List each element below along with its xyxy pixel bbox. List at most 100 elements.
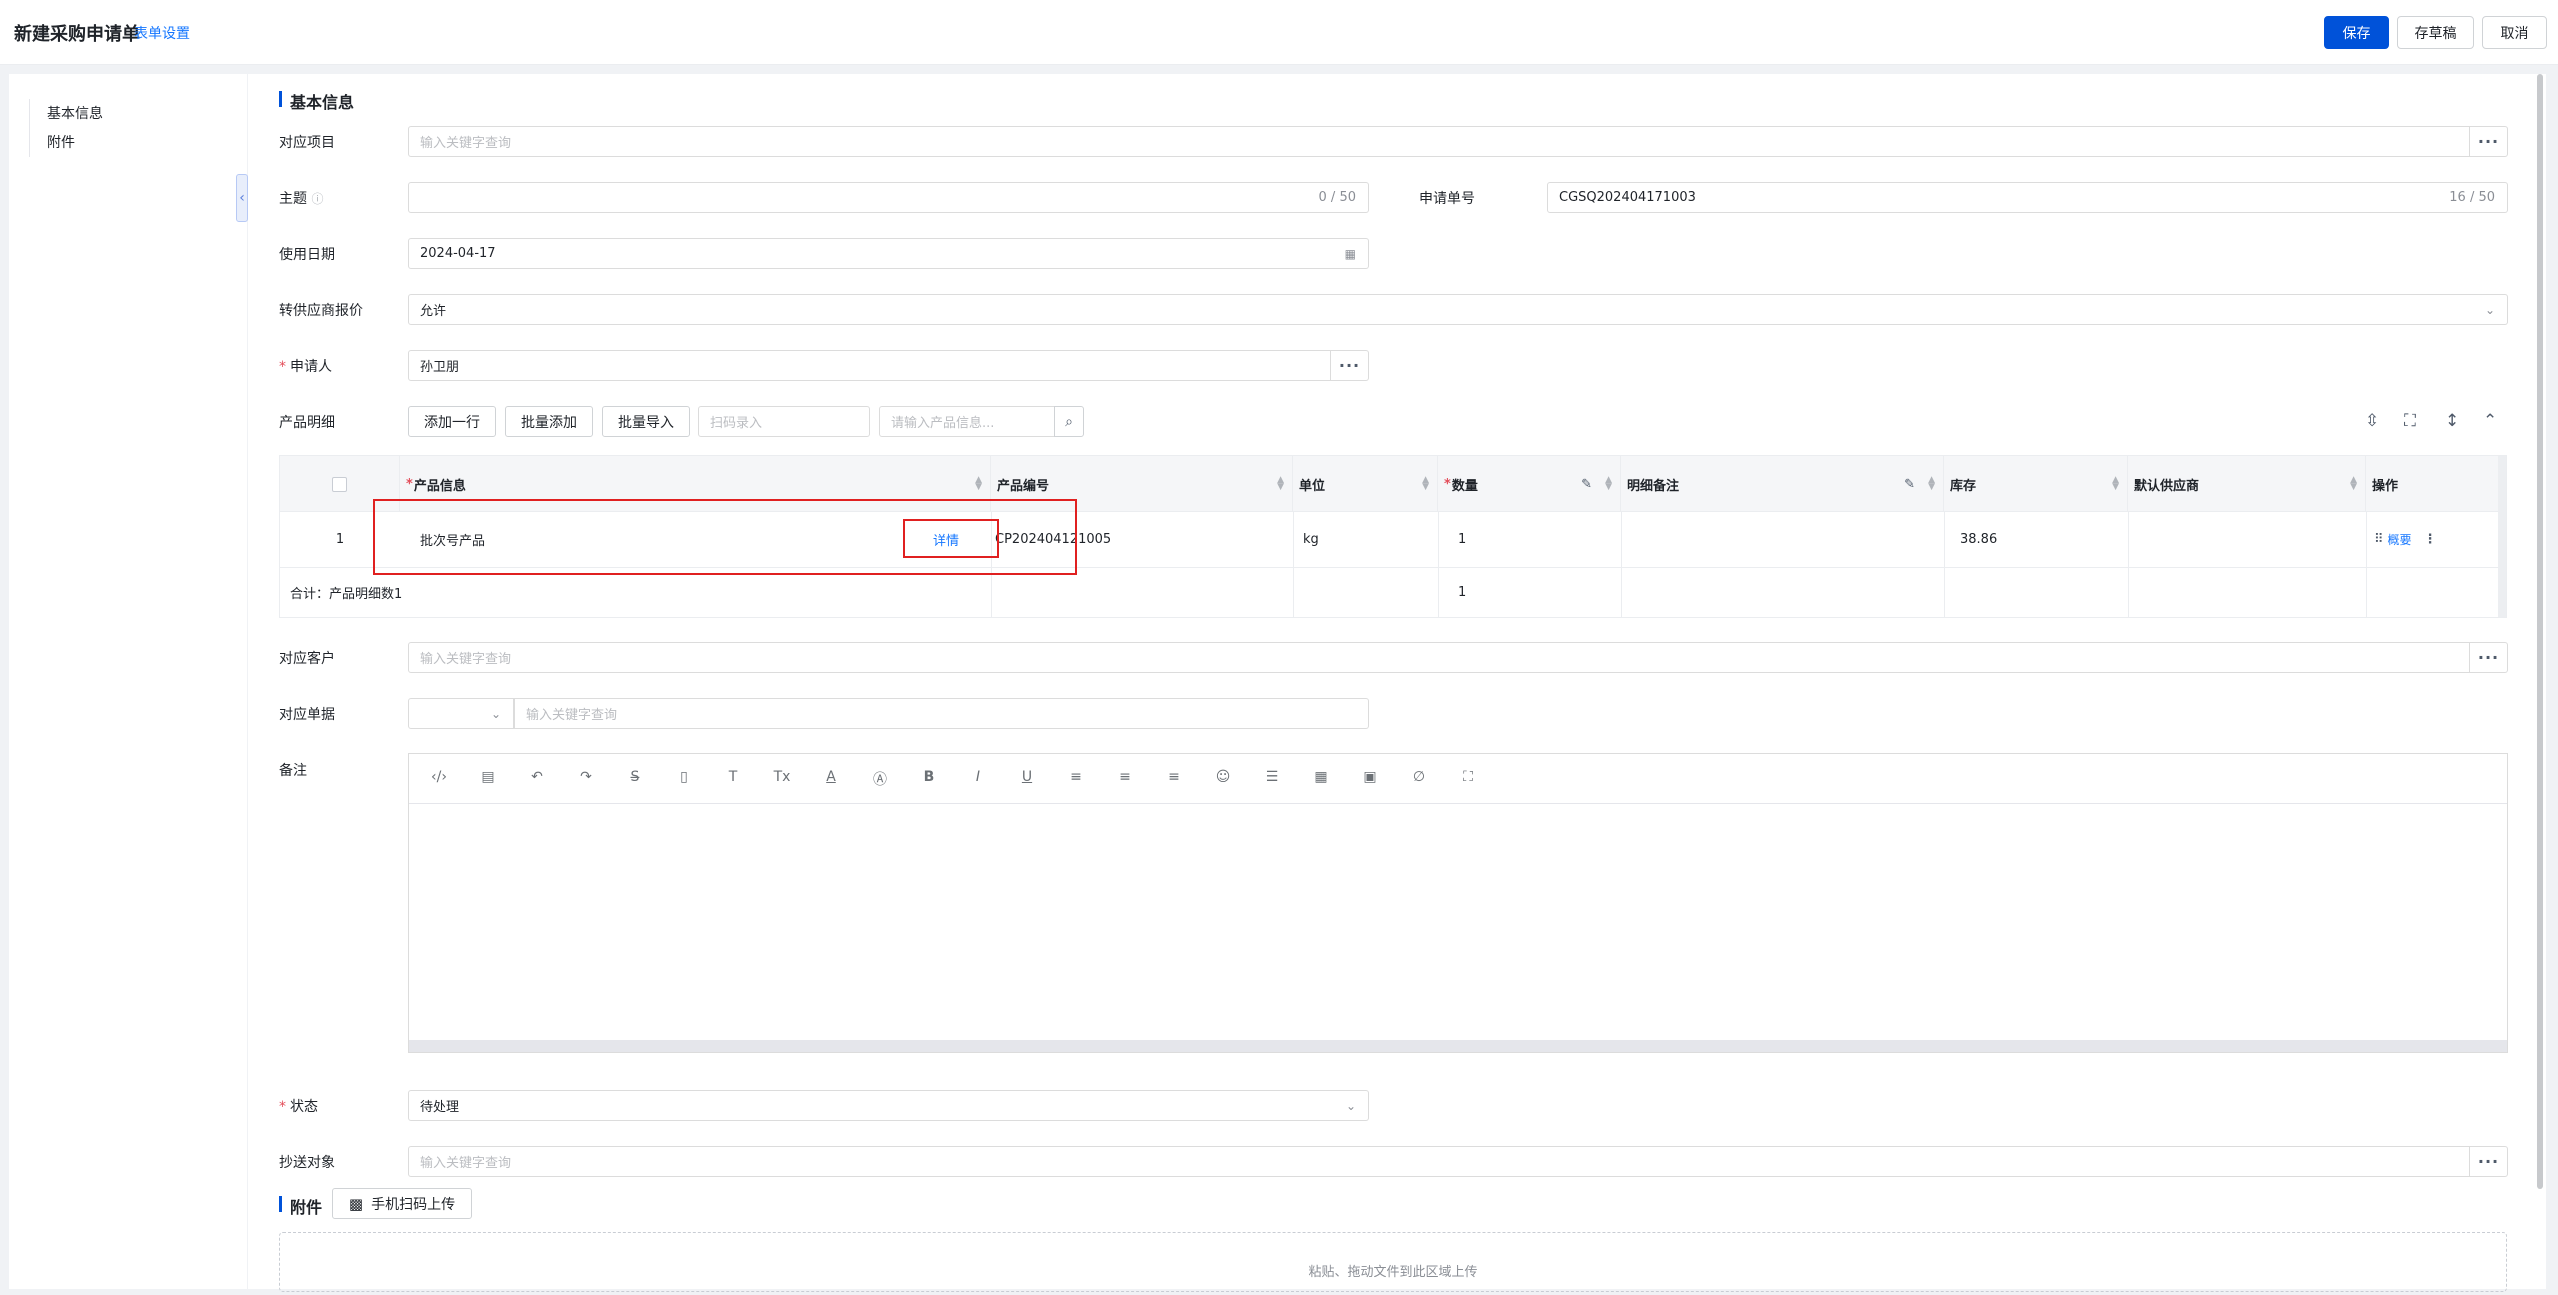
font-color-icon[interactable]: A [821, 769, 841, 785]
customer-label: 对应客户 [279, 651, 335, 667]
bold-icon[interactable]: B [919, 769, 939, 785]
collapse-sidebar-button[interactable]: ‹ [236, 174, 248, 222]
help-icon[interactable]: ⓘ [311, 192, 323, 206]
nav-item-attachments[interactable]: 附件 [30, 128, 103, 157]
table-scrollbar[interactable] [2498, 456, 2506, 617]
highlight-box-detail [903, 519, 999, 558]
edit-icon[interactable]: ✎ [1904, 477, 1915, 492]
sort-icon[interactable]: ▲ ▼ [2112, 476, 2119, 492]
header-qty[interactable]: * 数量 ✎ ▲ ▼ [1438, 456, 1621, 512]
document-type-select[interactable]: ⌄ [408, 698, 514, 729]
chevron-up-icon[interactable]: ⌃ [2483, 411, 2497, 431]
status-label-text: 状态 [290, 1099, 318, 1115]
file-drop-zone[interactable]: 粘贴、拖动文件到此区域上传 [279, 1232, 2507, 1292]
customer-field[interactable]: 输入关键字查询 ··· [408, 642, 2508, 673]
header-detail-note[interactable]: 明细备注 ✎ ▲ ▼ [1621, 456, 1944, 512]
undo-icon[interactable]: ↶ [527, 769, 547, 785]
subject-label: 主题 ⓘ [279, 188, 323, 208]
sidebar: 基本信息 附件 [9, 74, 247, 1289]
list-icon[interactable]: ☰ [1262, 769, 1282, 785]
header-default-supplier[interactable]: 默认供应商 ▲ ▼ [2128, 456, 2366, 512]
underline-icon[interactable]: U [1017, 769, 1037, 785]
subject-field[interactable]: 0 / 50 [408, 182, 1369, 213]
remark-label: 备注 [279, 763, 307, 779]
scan-input[interactable]: 扫码录入 [698, 406, 870, 437]
row-height-icon[interactable]: ⇳ [2365, 411, 2379, 431]
add-row-button[interactable]: 添加一行 [408, 406, 496, 437]
edit-icon[interactable]: ✎ [1581, 477, 1592, 492]
cancel-button[interactable]: 取消 [2482, 16, 2547, 49]
save-button[interactable]: 保存 [2324, 16, 2389, 49]
sort-icon[interactable]: ▲ ▼ [1422, 476, 1429, 492]
sort-icon[interactable]: ▲ ▼ [1928, 476, 1935, 492]
scrollbar[interactable] [2534, 74, 2546, 1289]
align-center-icon[interactable]: ≡ [1115, 769, 1135, 785]
sort-icon[interactable]: ▲ ▼ [1605, 476, 1612, 492]
table-icon[interactable]: ▦ [1311, 769, 1331, 785]
sort-icon[interactable]: ▲ ▼ [2350, 476, 2357, 492]
batch-add-button[interactable]: 批量添加 [505, 406, 593, 437]
image-icon[interactable]: ▣ [1360, 769, 1380, 785]
strikethrough-icon[interactable]: S̶ [625, 769, 645, 785]
expand-vertical-icon[interactable]: ↕ [2445, 411, 2459, 431]
nav-item-basic-info[interactable]: 基本信息 [30, 99, 103, 128]
header-ops: 操作 [2372, 478, 2399, 494]
request-no-field[interactable]: CGSQ202404171003 16 / 50 [1547, 182, 2508, 213]
editor-resize-bar[interactable] [409, 1040, 2507, 1052]
sort-icon[interactable]: ▲ ▼ [1277, 476, 1284, 492]
column-divider [1293, 512, 1294, 618]
header-product-info-text: 产品信息 [413, 478, 466, 494]
align-right-icon[interactable]: ≡ [1164, 769, 1184, 785]
top-bar: 新建采购申请单 表单设置 保存 存草稿 取消 [0, 0, 2558, 65]
use-date-field[interactable]: 2024-04-17 ▦ [408, 238, 1369, 269]
document-field[interactable]: 输入关键字查询 [514, 698, 1369, 729]
attachment-icon[interactable]: ∅ [1409, 769, 1429, 785]
header-unit[interactable]: 单位 ▲ ▼ [1293, 456, 1438, 512]
remark-content-area[interactable] [409, 804, 2507, 1042]
more-icon[interactable]: ··· [2469, 1147, 2507, 1176]
italic-icon[interactable]: I [968, 769, 988, 785]
align-left-icon[interactable]: ≡ [1066, 769, 1086, 785]
qty-cell[interactable]: 1 [1438, 512, 1621, 567]
project-field[interactable]: 输入关键字查询 ··· [408, 126, 2508, 157]
template-icon[interactable]: ▤ [478, 769, 498, 785]
redo-icon[interactable]: ↷ [576, 769, 596, 785]
more-vertical-icon[interactable]: ⋮ [2424, 532, 2437, 547]
mobile-scan-upload-label: 手机扫码上传 [371, 1196, 456, 1213]
batch-import-button[interactable]: 批量导入 [602, 406, 690, 437]
default-supplier-cell[interactable] [2128, 512, 2366, 567]
clear-format-icon[interactable]: Tx [772, 769, 792, 785]
search-button[interactable]: ⌕ [1054, 406, 1084, 437]
overview-link[interactable]: 概要 [2388, 531, 2412, 548]
summary-qty: 1 [1458, 584, 1467, 600]
scrollbar-thumb[interactable] [2537, 74, 2543, 1189]
scan-placeholder: 扫码录入 [710, 416, 763, 431]
cc-field[interactable]: 输入关键字查询 ··· [408, 1146, 2508, 1177]
select-all-checkbox[interactable] [332, 476, 347, 492]
products-label: 产品明细 [279, 415, 335, 431]
more-icon[interactable]: ··· [2469, 127, 2507, 156]
status-label: * 状态 [279, 1096, 318, 1116]
save-draft-button[interactable]: 存草稿 [2397, 16, 2474, 49]
fullscreen-icon[interactable]: ⛶ [2404, 411, 2416, 431]
detail-note-cell[interactable] [1621, 512, 1944, 567]
drag-handle-icon[interactable]: ⠿ [2374, 532, 2384, 547]
column-divider [1438, 512, 1439, 618]
form-settings-link[interactable]: 表单设置 [134, 23, 190, 43]
sort-icon[interactable]: ▲ ▼ [975, 476, 982, 492]
calendar-icon[interactable]: ▦ [1345, 247, 1356, 261]
status-select[interactable]: 待处理 ⌄ [408, 1090, 1369, 1121]
format-painter-icon[interactable]: ▯ [674, 769, 694, 785]
font-size-icon[interactable]: T [723, 769, 743, 785]
product-search-input[interactable]: 请输入产品信息... [879, 406, 1055, 437]
fullscreen-icon[interactable]: ⛶ [1458, 769, 1478, 785]
applicant-field[interactable]: 孙卫朋 ··· [408, 350, 1369, 381]
code-view-icon[interactable]: ‹/› [429, 769, 449, 785]
header-stock[interactable]: 库存 ▲ ▼ [1944, 456, 2128, 512]
background-color-icon[interactable]: Ⓐ [870, 769, 890, 789]
supplier-quote-select[interactable]: 允许 ⌄ [408, 294, 2508, 325]
more-icon[interactable]: ··· [1330, 351, 1368, 380]
mobile-scan-upload-button[interactable]: ▩ 手机扫码上传 [332, 1188, 472, 1219]
more-icon[interactable]: ··· [2469, 643, 2507, 672]
emoji-icon[interactable]: ☺ [1213, 769, 1233, 785]
